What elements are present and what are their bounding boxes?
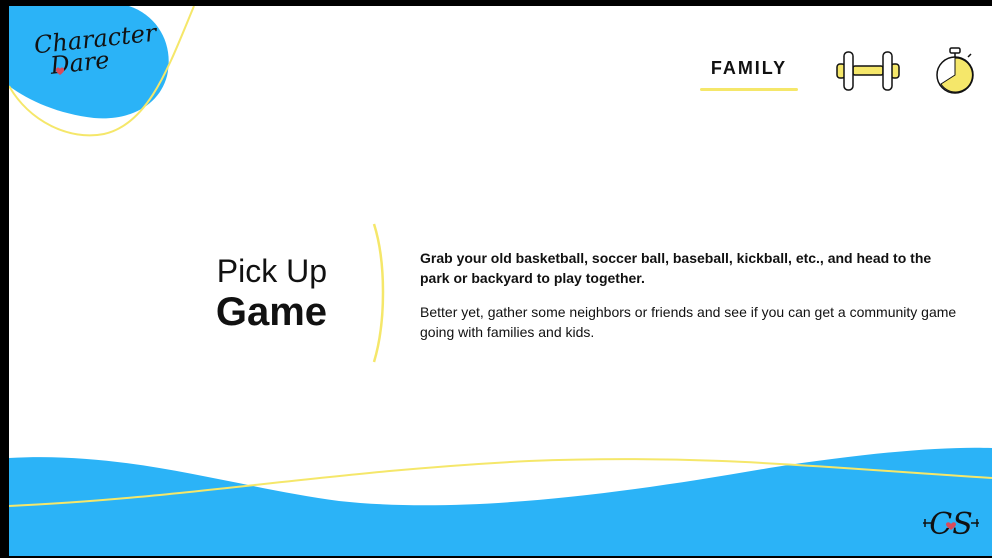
description-body: Better yet, gather some neighbors or fri… xyxy=(420,304,957,340)
yellow-divider xyxy=(372,223,385,363)
category-underline xyxy=(700,88,798,91)
description-bold: Grab your old basketball, soccer ball, b… xyxy=(420,250,932,286)
cs-logo: CS xyxy=(923,507,979,542)
category-label: FAMILY xyxy=(710,58,788,78)
stopwatch-icon xyxy=(936,47,974,94)
dumbbell-icon xyxy=(836,51,900,91)
dare-title: Pick Up Game xyxy=(159,252,327,334)
dare-title-line1: Pick Up xyxy=(216,253,327,289)
dare-description: Grab your old basketball, soccer ball, b… xyxy=(420,248,960,342)
dare-title-line2: Game xyxy=(215,290,327,334)
heart-icon xyxy=(55,67,65,75)
bottom-waves xyxy=(9,447,992,556)
slide: Character Dare FAMILY Pick Up Game Grab … xyxy=(9,6,992,556)
